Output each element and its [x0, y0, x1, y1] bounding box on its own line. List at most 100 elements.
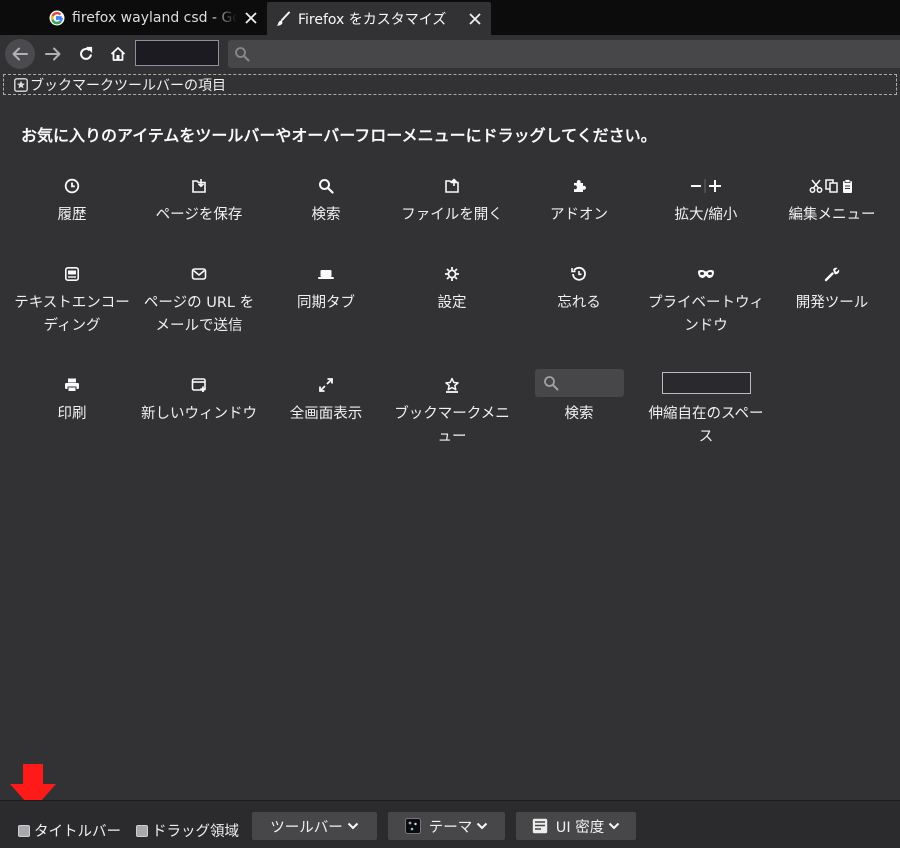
palette-item-open-file[interactable]: ファイルを開く — [392, 176, 512, 227]
flexible-space-placeholder[interactable] — [135, 40, 219, 66]
palette-item-label: 検索 — [311, 207, 341, 223]
back-button[interactable] — [5, 39, 35, 69]
title-bar-label: タイトルバー — [34, 824, 121, 840]
fullscreen-icon — [266, 375, 386, 395]
palette-item-fullscreen[interactable]: 全画面表示 — [266, 375, 386, 426]
bookmark-menu-icon — [392, 375, 512, 395]
gear-icon — [392, 264, 512, 284]
palette-item-synced-tabs[interactable]: 同期タブ — [266, 264, 386, 315]
close-icon[interactable] — [467, 11, 483, 27]
palette-heading: お気に入りのアイテムをツールバーやオーバーフローメニューにドラッグしてください。 — [21, 126, 657, 145]
palette-item-label: テキストエンコーディング — [14, 295, 130, 334]
synced-tabs-icon — [266, 264, 386, 284]
tab-title: firefox wayland csd - Goo — [72, 9, 237, 26]
palette-item-label: 検索 — [564, 406, 594, 422]
palette-item-label: 開発ツール — [795, 295, 869, 311]
checkbox-box[interactable] — [18, 824, 30, 837]
reload-icon — [80, 46, 93, 60]
palette-item-addons[interactable]: アドオン — [519, 176, 639, 227]
checkbox-box[interactable] — [136, 824, 148, 837]
navigation-toolbar — [0, 35, 900, 73]
palette-item-bookmarks-menu[interactable]: ブックマークメニュー — [392, 375, 512, 449]
reload-button[interactable] — [71, 39, 101, 69]
save-page-icon — [139, 176, 259, 196]
palette-item-text-encoding[interactable]: テキストエンコーディング — [12, 264, 132, 338]
brush-icon — [275, 11, 291, 27]
palette-item-edit-controls[interactable]: 編集メニュー — [772, 176, 892, 227]
palette-item-label: プライベートウィンドウ — [648, 295, 764, 334]
google-icon — [49, 10, 65, 26]
forward-arrow-icon — [45, 47, 61, 61]
bookmarks-toolbar-items-label: ブックマークツールバーの項目 — [30, 77, 226, 94]
palette-item-private-window[interactable]: プライベートウィンドウ — [646, 264, 766, 338]
edit-controls-icon — [772, 176, 892, 196]
flexible-space-icon — [661, 372, 751, 394]
search-icon — [235, 47, 250, 62]
url-bar[interactable] — [228, 40, 900, 68]
ui-density-label: UI 密度 — [555, 819, 605, 836]
palette-item-label: 編集メニュー — [788, 207, 876, 223]
forward-button[interactable] — [38, 39, 68, 69]
palette-item-save-page[interactable]: ページを保存 — [139, 176, 259, 227]
palette-item-label: 設定 — [437, 295, 467, 311]
private-mask-icon — [646, 264, 766, 284]
chevron-down-icon — [608, 821, 620, 831]
search-box-icon — [534, 369, 624, 397]
palette-item-label: 同期タブ — [297, 295, 355, 311]
palette-item-history[interactable]: 履歴 — [12, 176, 132, 227]
palette-item-new-window[interactable]: 新しいウィンドウ — [139, 375, 259, 426]
home-button[interactable] — [103, 39, 133, 69]
palette-item-zoom[interactable]: 拡大/縮小 — [646, 176, 766, 227]
palette-item-flexible-space[interactable]: 伸縮自在のスペース — [646, 369, 766, 449]
palette-item-label: アドオン — [550, 207, 608, 223]
palette-item-label: 忘れる — [557, 295, 601, 311]
bookmarks-toolbar: ブックマークツールバーの項目 — [3, 74, 897, 95]
palette-item-search-box[interactable]: 検索 — [519, 369, 639, 426]
forget-icon — [519, 264, 639, 284]
search-icon — [266, 176, 386, 196]
palette-item-label: ページの URL をメールで送信 — [143, 295, 255, 334]
ui-density-button[interactable]: UI 密度 — [516, 812, 636, 840]
home-icon — [110, 47, 126, 61]
palette-item-email-link[interactable]: ページの URL をメールで送信 — [139, 264, 259, 338]
chevron-down-icon — [347, 821, 359, 831]
wrench-icon — [772, 264, 892, 284]
palette-item-label: 履歴 — [57, 207, 87, 223]
palette-item-forget[interactable]: 忘れる — [519, 264, 639, 315]
palette-item-label: 伸縮自在のスペース — [648, 406, 764, 445]
density-icon — [532, 818, 548, 834]
back-arrow-icon — [12, 47, 28, 61]
tab-customize-firefox[interactable]: Firefox をカスタマイズ — [267, 2, 491, 35]
theme-icon — [404, 818, 421, 834]
toolbars-button-label: ツールバー — [270, 819, 343, 836]
chevron-down-icon — [476, 821, 488, 831]
palette-item-label: 全画面表示 — [289, 406, 363, 422]
toolbars-button[interactable]: ツールバー — [252, 812, 377, 840]
new-window-icon — [139, 375, 259, 395]
palette-item-print[interactable]: 印刷 — [12, 375, 132, 426]
palette-item-label: 拡大/縮小 — [674, 207, 738, 223]
text-encoding-icon — [12, 264, 132, 284]
clock-icon — [12, 176, 132, 196]
tab-title: Firefox をカスタマイズ — [298, 11, 447, 28]
palette-item-label: ページを保存 — [155, 207, 243, 223]
palette-item-developer-tools[interactable]: 開発ツール — [772, 264, 892, 315]
palette-item-search[interactable]: 検索 — [266, 176, 386, 227]
palette-item-label: ブックマークメニュー — [394, 406, 510, 445]
palette-item-label: 印刷 — [57, 406, 87, 422]
puzzle-icon — [519, 176, 639, 196]
title-bar-checkbox[interactable]: タイトルバー — [18, 820, 121, 841]
palette-item-preferences[interactable]: 設定 — [392, 264, 512, 315]
tab-google-search[interactable]: firefox wayland csd - Goo — [41, 2, 267, 33]
star-bookmark-icon — [14, 77, 28, 92]
themes-button[interactable]: テーマ — [388, 812, 505, 840]
customization-footer: タイトルバー ドラッグ領域 ツールバー テーマ UI 密度 — [0, 800, 900, 848]
drag-space-label: ドラッグ領域 — [152, 824, 239, 840]
themes-button-label: テーマ — [428, 819, 473, 836]
close-icon[interactable] — [243, 10, 259, 26]
tab-strip: firefox wayland csd - Goo Firefox をカスタマイ… — [0, 0, 900, 35]
zoom-icon — [646, 176, 766, 196]
palette-item-label: ファイルを開く — [401, 207, 503, 223]
drag-space-checkbox[interactable]: ドラッグ領域 — [136, 820, 239, 841]
palette-item-label: 新しいウィンドウ — [141, 406, 257, 422]
